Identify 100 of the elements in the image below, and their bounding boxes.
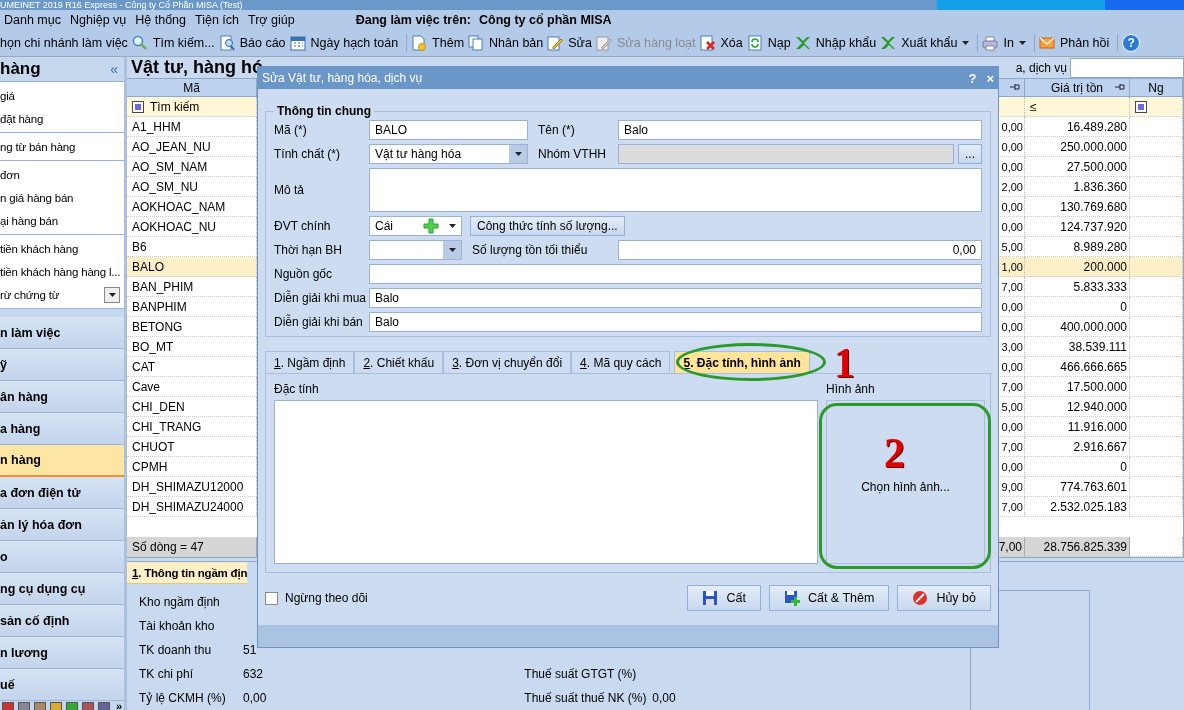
detail-tab[interactable]: 1. Thông tin ngầm địn xyxy=(127,562,248,584)
table-cell xyxy=(1130,137,1183,157)
tab[interactable]: 3. Đơn vị chuyển đổi xyxy=(443,351,572,373)
table-cell xyxy=(1130,317,1183,337)
field-label: Tài khoản kho xyxy=(139,619,216,633)
number-field[interactable]: 0,00 xyxy=(618,240,982,260)
more-button[interactable]: » xyxy=(115,701,122,710)
text-field[interactable]: Balo xyxy=(369,288,982,308)
field-label: Mô tả xyxy=(274,183,305,197)
dialog-button[interactable]: Hủy bỏ xyxy=(897,585,991,611)
task-item[interactable]: rừ chứng từ xyxy=(0,288,60,301)
dropdown-field[interactable] xyxy=(369,240,462,260)
dialog-button[interactable]: Cất xyxy=(687,585,761,611)
nav-item[interactable]: ân hàng xyxy=(0,381,124,413)
checkbox[interactable] xyxy=(265,591,278,605)
table-cell: 7,00 xyxy=(997,537,1025,557)
nav-item[interactable]: n làm việc xyxy=(0,317,124,349)
nav-item[interactable]: a đơn điện tử xyxy=(0,477,124,509)
text-field[interactable]: BALO xyxy=(369,120,528,140)
formula-button[interactable]: Công thức tính số lượng... xyxy=(470,216,625,236)
nav-item[interactable]: a hàng xyxy=(0,413,124,445)
dropdown-field[interactable]: Vật tư hàng hóa xyxy=(369,144,528,164)
delete-icon xyxy=(699,35,716,51)
dropdown-button[interactable] xyxy=(443,241,461,259)
table-cell xyxy=(1130,397,1183,417)
column-header[interactable]: Giá trị tồn xyxy=(1025,79,1130,97)
caret-icon xyxy=(962,41,970,45)
field-label: Tỷ lệ CKMH (%) xyxy=(139,691,227,705)
text-field[interactable]: Balo xyxy=(618,120,982,140)
table-cell: 0 xyxy=(1025,457,1130,477)
tab[interactable]: 1. Ngầm định xyxy=(265,351,355,373)
menu-item[interactable]: Nghiệp vụ xyxy=(65,13,132,27)
menu-item[interactable]: Tiện ích xyxy=(190,13,245,27)
task-item[interactable]: ại hàng bán xyxy=(0,209,124,232)
tab[interactable]: 4. Mã quy cách xyxy=(571,351,671,373)
search-label: a, dịch vụ xyxy=(1015,60,1067,75)
task-item[interactable]: ng từ bán hàng xyxy=(0,135,124,158)
table-cell: 1,00 xyxy=(997,257,1025,277)
field-label: TK doanh thu xyxy=(139,643,213,657)
annotation-number: 1 xyxy=(834,345,855,381)
field-value: 0,00 xyxy=(652,691,676,705)
table-cell xyxy=(1130,457,1183,477)
nav-item[interactable]: sản cố định xyxy=(0,605,124,637)
table-cell xyxy=(1130,477,1183,497)
working-label: Đang làm việc trên: xyxy=(355,13,471,27)
collapse-button[interactable]: « xyxy=(110,61,118,77)
nav-item[interactable]: o xyxy=(0,541,124,573)
field-label: Kho ngầm định xyxy=(139,595,221,609)
table-cell: 5.833.333 xyxy=(1025,277,1130,297)
nav-item[interactable]: ản lý hóa đơn xyxy=(0,509,124,541)
text-area[interactable] xyxy=(369,168,982,212)
nav-item[interactable]: uế xyxy=(0,669,124,701)
tab[interactable]: 2. Chiết khấu xyxy=(354,351,444,373)
dropdown-field[interactable]: Cái xyxy=(369,216,462,236)
toolbar-button[interactable]: Phản hồi xyxy=(1034,32,1114,54)
table-cell xyxy=(1130,197,1183,217)
new-document-icon xyxy=(411,35,428,51)
field-label: Tên (*) xyxy=(537,123,576,137)
task-item[interactable]: tiền khách hàng hàng l... xyxy=(0,260,124,283)
pin-icon xyxy=(1115,83,1125,91)
task-item[interactable]: đơn xyxy=(0,163,124,186)
filter-cell[interactable] xyxy=(997,97,1025,117)
window-title: UMEINET 2019 R16 Express - Công ty Cổ Phần MISA (Test) xyxy=(0,0,244,10)
dialog-button[interactable]: Cất & Thêm xyxy=(768,585,890,611)
menu-item[interactable]: Danh mục xyxy=(0,13,66,27)
group-title: Thông tin chung xyxy=(274,104,374,118)
nav-item[interactable]: ng cụ dụng cụ xyxy=(0,573,124,605)
spreadsheet-icon xyxy=(880,35,897,51)
task-item[interactable]: giá xyxy=(0,84,124,107)
dropdown-button[interactable] xyxy=(104,286,120,303)
dialog-title: Sửa Vật tư, hàng hóa, dịch vụ xyxy=(262,71,424,85)
search-field[interactable] xyxy=(1070,57,1184,78)
table-cell: 400.000.000 xyxy=(1025,317,1130,337)
column-header[interactable]: Ng xyxy=(1130,79,1183,97)
menu-item[interactable]: Hệ thống xyxy=(130,13,191,27)
field-value: 0,00 xyxy=(243,691,267,705)
nav-item[interactable]: n hàng xyxy=(0,445,124,477)
save-add-icon xyxy=(783,590,800,606)
printer-icon xyxy=(982,35,999,51)
task-item[interactable]: n giá hàng bán xyxy=(0,186,124,209)
nav-item[interactable]: ỹ xyxy=(0,349,124,381)
toolbar-button[interactable]: In xyxy=(978,32,1030,54)
dropdown-button[interactable] xyxy=(509,145,527,163)
column-header[interactable]: Mã xyxy=(127,79,257,97)
table-cell: 11.916.000 xyxy=(1025,417,1130,437)
field-label: Thuế suất thuế NK (%) xyxy=(524,691,648,705)
task-item[interactable]: tiền khách hàng xyxy=(0,237,124,260)
tab[interactable]: 5. Đặc tính, hình ảnh xyxy=(674,351,810,373)
browse-button[interactable]: ... xyxy=(958,144,982,164)
menu-item[interactable]: Trợ giúp xyxy=(243,13,300,27)
table-cell xyxy=(1130,377,1183,397)
help-button[interactable]: ? xyxy=(1122,34,1141,52)
text-field[interactable]: Balo xyxy=(369,312,982,332)
nav-item[interactable]: n lương xyxy=(0,637,124,669)
text-field[interactable] xyxy=(369,264,982,284)
filter-operator[interactable]: ≤ xyxy=(1030,99,1037,114)
field-label: Số lượng tồn tối thiểu xyxy=(471,243,589,257)
task-item[interactable]: đặt hàng xyxy=(0,107,124,130)
field-label: ĐVT chính xyxy=(274,219,332,233)
refresh-icon xyxy=(746,35,763,51)
